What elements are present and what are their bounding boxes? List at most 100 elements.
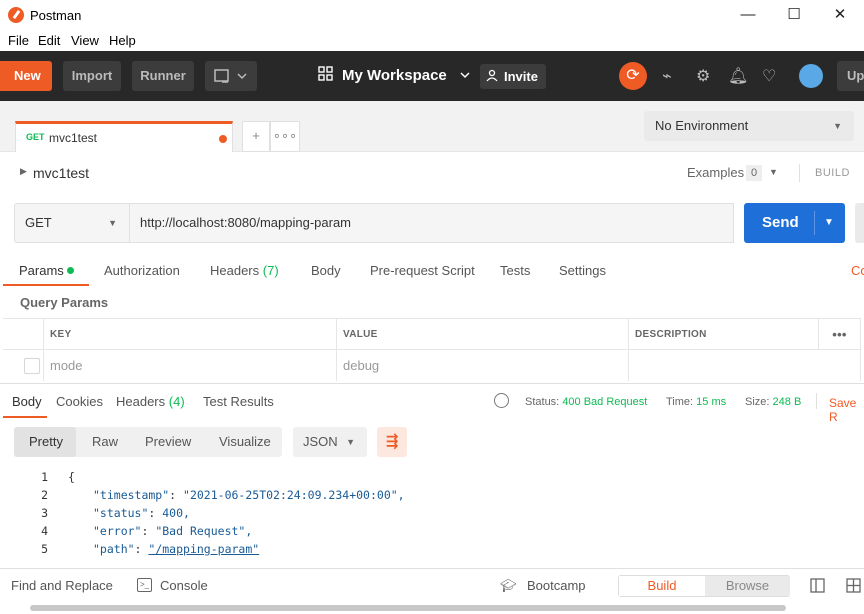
tab-pretty[interactable]: Pretty	[29, 434, 63, 449]
minimize-button[interactable]: —	[736, 4, 760, 26]
param-key-input[interactable]: mode	[44, 350, 337, 381]
menu-view[interactable]: View	[71, 33, 99, 48]
menu-file[interactable]: File	[8, 33, 29, 48]
more-icon: ∘∘∘	[272, 128, 298, 143]
caret-right-icon[interactable]: ▶	[20, 166, 27, 177]
menu-help[interactable]: Help	[109, 33, 136, 48]
environment-selector[interactable]: No Environment ▼	[644, 111, 854, 141]
response-tab-body[interactable]: Body	[12, 394, 42, 409]
tab-headers[interactable]: Headers (7)	[210, 263, 279, 278]
format-value: JSON	[303, 434, 338, 449]
menu-edit[interactable]: Edit	[38, 33, 60, 48]
tab-raw[interactable]: Raw	[92, 434, 118, 449]
tab-options-button[interactable]: ∘∘∘	[270, 121, 300, 152]
cookies-link[interactable]: Co	[851, 263, 864, 278]
globe-icon[interactable]	[494, 393, 509, 408]
tab-headers-count: (7)	[262, 263, 279, 278]
horizontal-scrollbar[interactable]	[0, 602, 864, 614]
window-titlebar: Postman — ☐ ✕	[0, 0, 864, 30]
settings-icon[interactable]: ⚙	[696, 66, 710, 86]
json-link-value[interactable]: "/mapping-param"	[148, 542, 259, 556]
tab-authorization[interactable]: Authorization	[104, 263, 180, 278]
maximize-button[interactable]: ☐	[782, 4, 806, 26]
add-tab-button[interactable]: +	[242, 121, 270, 152]
console-button[interactable]: Console	[160, 578, 208, 593]
build-label[interactable]: BUILD	[815, 167, 850, 179]
time-value: 15 ms	[696, 396, 727, 408]
chevron-down-icon[interactable]: ▼	[824, 203, 834, 243]
tab-visualize[interactable]: Visualize	[219, 434, 271, 449]
column-options-button[interactable]: •••	[819, 319, 861, 350]
json-value: "2021-06-25T02:24:09.234+00:00",	[183, 488, 405, 502]
row-checkbox[interactable]	[24, 358, 40, 374]
invite-button[interactable]: Invite	[480, 64, 546, 89]
wrap-lines-icon[interactable]: ⇶	[377, 427, 407, 457]
table-checkbox-header	[3, 319, 44, 350]
tab-preview[interactable]: Preview	[145, 434, 191, 449]
query-params-table: KEY VALUE DESCRIPTION ••• mode debug	[3, 318, 861, 381]
active-tab-indicator	[3, 284, 89, 286]
scrollbar-thumb[interactable]	[30, 605, 786, 611]
unsaved-dot-icon	[219, 135, 227, 143]
environment-label: No Environment	[655, 118, 749, 133]
bootcamp-button[interactable]: Bootcamp	[527, 578, 586, 593]
tab-tests[interactable]: Tests	[500, 263, 530, 278]
param-value-input[interactable]: debug	[337, 350, 629, 381]
bootcamp-icon[interactable]: 🎓︎	[500, 578, 517, 594]
tab-params[interactable]: Params	[19, 263, 75, 278]
json-key: "path"	[93, 542, 135, 556]
satellite-icon[interactable]: ⌁	[662, 66, 672, 86]
request-tab-method: GET	[26, 132, 45, 142]
code-line: "status": 400,	[93, 506, 190, 520]
new-button[interactable]: New	[0, 61, 52, 91]
method-select[interactable]: GET ▼	[14, 203, 130, 243]
save-button[interactable]	[855, 203, 864, 243]
tab-settings[interactable]: Settings	[559, 263, 606, 278]
runner-button[interactable]: Runner	[132, 61, 194, 91]
chevron-down-icon[interactable]: ▼	[769, 167, 778, 177]
response-tab-headers[interactable]: Headers (4)	[116, 394, 185, 409]
browse-toggle[interactable]: Browse	[705, 576, 790, 596]
workspace-selector[interactable]: My Workspace	[318, 66, 471, 84]
line-number: 5	[41, 542, 48, 556]
notifications-icon[interactable]: 🔔︎	[728, 66, 748, 86]
request-name[interactable]: mvc1test	[33, 165, 89, 181]
url-input[interactable]: http://localhost:8080/mapping-param	[130, 203, 734, 243]
keyboard-shortcuts-icon[interactable]	[846, 578, 861, 593]
request-name-row: ▶ mvc1test Examples 0 ▼ BUILD	[0, 152, 864, 192]
response-tab-headers-label: Headers	[116, 394, 166, 409]
upgrade-button[interactable]: Up	[837, 61, 864, 91]
sync-icon[interactable]: ⟳	[619, 62, 647, 90]
new-window-button[interactable]	[205, 61, 257, 91]
divider	[814, 211, 815, 235]
close-button[interactable]: ✕	[828, 4, 852, 26]
heart-icon[interactable]: ♡	[762, 66, 776, 86]
avatar[interactable]	[799, 64, 823, 88]
response-body-code[interactable]: 1 { 2 "timestamp": "2021-06-25T02:24:09.…	[0, 467, 864, 567]
request-tabs-bar: GET mvc1test + ∘∘∘ No Environment ▼	[0, 101, 864, 152]
tab-body[interactable]: Body	[311, 263, 341, 278]
response-status: Status: 400 Bad Request	[525, 396, 647, 408]
examples-label[interactable]: Examples	[687, 165, 744, 180]
code-line: "timestamp": "2021-06-25T02:24:09.234+00…	[93, 488, 405, 502]
tab-prerequest-script[interactable]: Pre-request Script	[370, 263, 475, 278]
import-button[interactable]: Import	[63, 61, 121, 91]
json-value: "Bad Request",	[155, 524, 253, 538]
response-panel: Body Cookies Headers (4) Test Results St…	[0, 383, 864, 568]
send-button[interactable]: Send ▼	[744, 203, 845, 243]
json-key: "timestamp"	[93, 488, 170, 502]
new-button-label: New	[14, 68, 41, 83]
build-toggle[interactable]: Build	[619, 576, 705, 596]
request-tab[interactable]: GET mvc1test	[15, 121, 233, 152]
console-icon[interactable]: >_	[137, 578, 152, 592]
format-select[interactable]: JSON ▼	[293, 427, 367, 457]
param-description-input[interactable]	[629, 350, 861, 381]
two-pane-icon[interactable]	[810, 578, 825, 593]
response-tab-cookies[interactable]: Cookies	[56, 394, 103, 409]
line-number: 3	[41, 506, 48, 520]
save-response-button[interactable]: Save R	[829, 396, 864, 424]
tab-headers-label: Headers	[210, 263, 260, 278]
find-replace-button[interactable]: Find and Replace	[11, 578, 113, 593]
url-bar-row: GET ▼ http://localhost:8080/mapping-para…	[0, 192, 864, 254]
response-tab-test-results[interactable]: Test Results	[203, 394, 274, 409]
